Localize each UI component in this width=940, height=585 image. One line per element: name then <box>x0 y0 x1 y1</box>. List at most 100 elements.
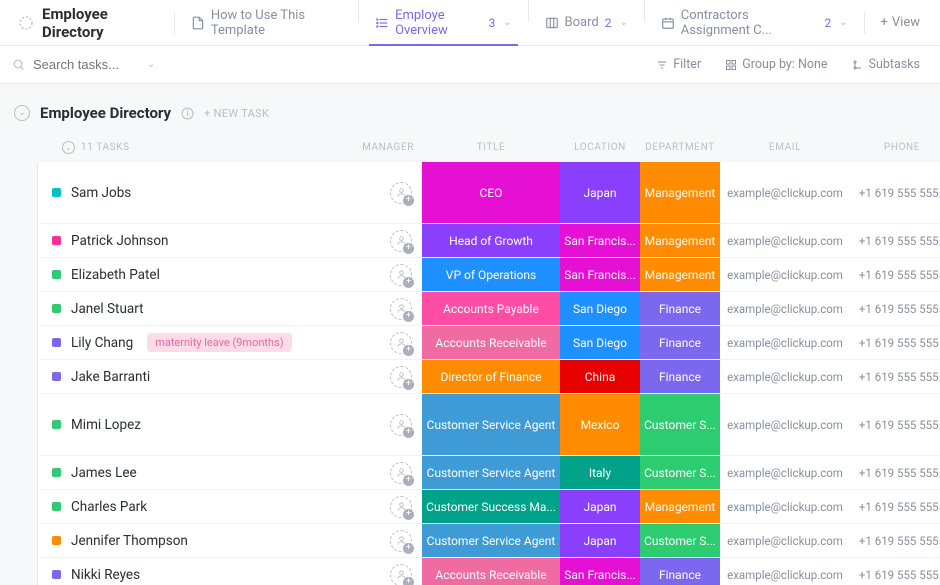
task-row[interactable]: Charles ParkCustomer Success Ma...JapanM… <box>38 490 940 524</box>
workspace-title[interactable]: Employee Directory <box>8 5 170 41</box>
department-chip[interactable]: Customer S... <box>640 394 720 455</box>
task-name-cell[interactable]: Sam Jobs <box>38 162 352 223</box>
assign-manager-icon[interactable] <box>390 366 412 388</box>
title-chip[interactable]: Customer Service Agent <box>422 394 560 455</box>
title-chip[interactable]: Director of Finance <box>422 360 560 393</box>
chevron-down-icon[interactable]: ⌄ <box>503 17 511 28</box>
task-name-cell[interactable]: Charles Park <box>38 490 352 523</box>
task-name-cell[interactable]: Elizabeth Patel <box>38 258 352 291</box>
task-name-cell[interactable]: Nikki Reyes <box>38 558 352 585</box>
phone-cell[interactable]: +1 619 555 5555 <box>850 558 940 585</box>
chevron-down-icon[interactable]: ⌄ <box>147 59 155 70</box>
location-chip[interactable]: Japan <box>560 524 640 557</box>
email-cell[interactable]: example@clickup.com <box>720 394 850 455</box>
task-name-cell[interactable]: Jake Barranti <box>38 360 352 393</box>
location-chip[interactable]: San Francis... <box>560 258 640 291</box>
phone-cell[interactable]: +1 619 555 5555 <box>850 360 940 393</box>
status-square-icon[interactable] <box>52 188 61 197</box>
status-square-icon[interactable] <box>52 468 61 477</box>
status-square-icon[interactable] <box>52 502 61 511</box>
department-chip[interactable]: Management <box>640 490 720 523</box>
col-phone[interactable]: PHONE <box>850 142 940 153</box>
task-row[interactable]: Janel StuartAccounts PayableSan DiegoFin… <box>38 292 940 326</box>
manager-cell[interactable] <box>352 224 422 257</box>
manager-cell[interactable] <box>352 162 422 223</box>
assign-manager-icon[interactable] <box>390 230 412 252</box>
department-chip[interactable]: Finance <box>640 326 720 359</box>
view-tab[interactable]: Employe Overview3⌄ <box>363 0 524 45</box>
assign-manager-icon[interactable] <box>390 332 412 354</box>
task-row[interactable]: Elizabeth PatelVP of OperationsSan Franc… <box>38 258 940 292</box>
phone-cell[interactable]: +1 619 555 5555 <box>850 456 940 489</box>
col-location[interactable]: LOCATION <box>560 142 640 153</box>
status-square-icon[interactable] <box>52 420 61 429</box>
manager-cell[interactable] <box>352 490 422 523</box>
assign-manager-icon[interactable] <box>390 496 412 518</box>
manager-cell[interactable] <box>352 360 422 393</box>
filter-button[interactable]: Filter <box>648 53 709 76</box>
location-chip[interactable]: San Diego <box>560 326 640 359</box>
subtasks-button[interactable]: Subtasks <box>844 53 928 76</box>
department-chip[interactable]: Finance <box>640 558 720 585</box>
department-chip[interactable]: Management <box>640 258 720 291</box>
email-cell[interactable]: example@clickup.com <box>720 524 850 557</box>
group-by-button[interactable]: Group by: None <box>717 53 835 76</box>
location-chip[interactable]: San Diego <box>560 292 640 325</box>
phone-cell[interactable]: +1 619 555 5555 <box>850 162 940 223</box>
assign-manager-icon[interactable] <box>390 414 412 436</box>
email-cell[interactable]: example@clickup.com <box>720 224 850 257</box>
status-square-icon[interactable] <box>52 338 61 347</box>
location-chip[interactable]: San Francis... <box>560 558 640 585</box>
manager-cell[interactable] <box>352 558 422 585</box>
manager-cell[interactable] <box>352 394 422 455</box>
task-row[interactable]: Sam JobsCEOJapanManagementexample@clicku… <box>38 162 940 224</box>
title-chip[interactable]: Head of Growth <box>422 224 560 257</box>
assign-manager-icon[interactable] <box>390 182 412 204</box>
search-box[interactable]: ⌄ <box>12 56 172 73</box>
view-tab[interactable]: Contractors Assignment C...2⌄ <box>649 0 860 45</box>
email-cell[interactable]: example@clickup.com <box>720 490 850 523</box>
col-manager[interactable]: MANAGER <box>352 142 422 153</box>
phone-cell[interactable]: +1 619 555 5555 <box>850 224 940 257</box>
title-chip[interactable]: Customer Service Agent <box>422 524 560 557</box>
department-chip[interactable]: Customer S... <box>640 524 720 557</box>
task-count-header[interactable]: ⌄ 11 TASKS <box>52 141 352 154</box>
email-cell[interactable]: example@clickup.com <box>720 360 850 393</box>
department-chip[interactable]: Customer S... <box>640 456 720 489</box>
assign-manager-icon[interactable] <box>390 462 412 484</box>
location-chip[interactable]: Japan <box>560 490 640 523</box>
assign-manager-icon[interactable] <box>390 564 412 585</box>
task-row[interactable]: Jennifer Thompson Customer Service AgentJ… <box>38 524 940 558</box>
view-tab[interactable]: Board2⌄ <box>533 0 640 45</box>
chevron-down-icon[interactable]: ⌄ <box>839 17 847 28</box>
info-icon[interactable] <box>181 107 194 120</box>
task-tag[interactable]: maternity leave (9months) <box>147 333 291 352</box>
col-title[interactable]: TITLE <box>422 142 560 153</box>
task-row[interactable]: Lily Changmaternity leave (9months) Accou… <box>38 326 940 360</box>
title-chip[interactable]: Customer Service Agent <box>422 456 560 489</box>
col-email[interactable]: EMAIL <box>720 142 850 153</box>
title-chip[interactable]: Accounts Receivable <box>422 326 560 359</box>
assign-manager-icon[interactable] <box>390 264 412 286</box>
status-square-icon[interactable] <box>52 536 61 545</box>
manager-cell[interactable] <box>352 258 422 291</box>
location-chip[interactable]: Italy <box>560 456 640 489</box>
task-row[interactable]: Patrick JohnsonHead of GrowthSan Francis… <box>38 224 940 258</box>
status-square-icon[interactable] <box>52 236 61 245</box>
task-name-cell[interactable]: Patrick Johnson <box>38 224 352 257</box>
email-cell[interactable]: example@clickup.com <box>720 558 850 585</box>
new-task-button[interactable]: + NEW TASK <box>204 107 269 120</box>
email-cell[interactable]: example@clickup.com <box>720 292 850 325</box>
email-cell[interactable]: example@clickup.com <box>720 258 850 291</box>
search-input[interactable] <box>31 56 141 73</box>
task-name-cell[interactable]: Jennifer Thompson <box>38 524 352 557</box>
task-name-cell[interactable]: Lily Changmaternity leave (9months) <box>38 326 352 359</box>
phone-cell[interactable]: +1 619 555 5555 <box>850 258 940 291</box>
task-row[interactable]: Nikki Reyes Accounts ReceivableSan Franci… <box>38 558 940 585</box>
view-tab[interactable]: How to Use This Template <box>179 0 354 45</box>
col-department[interactable]: DEPARTMENT <box>640 142 720 153</box>
title-chip[interactable]: Accounts Receivable <box>422 558 560 585</box>
title-chip[interactable]: Accounts Payable <box>422 292 560 325</box>
manager-cell[interactable] <box>352 326 422 359</box>
task-name-cell[interactable]: James Lee <box>38 456 352 489</box>
